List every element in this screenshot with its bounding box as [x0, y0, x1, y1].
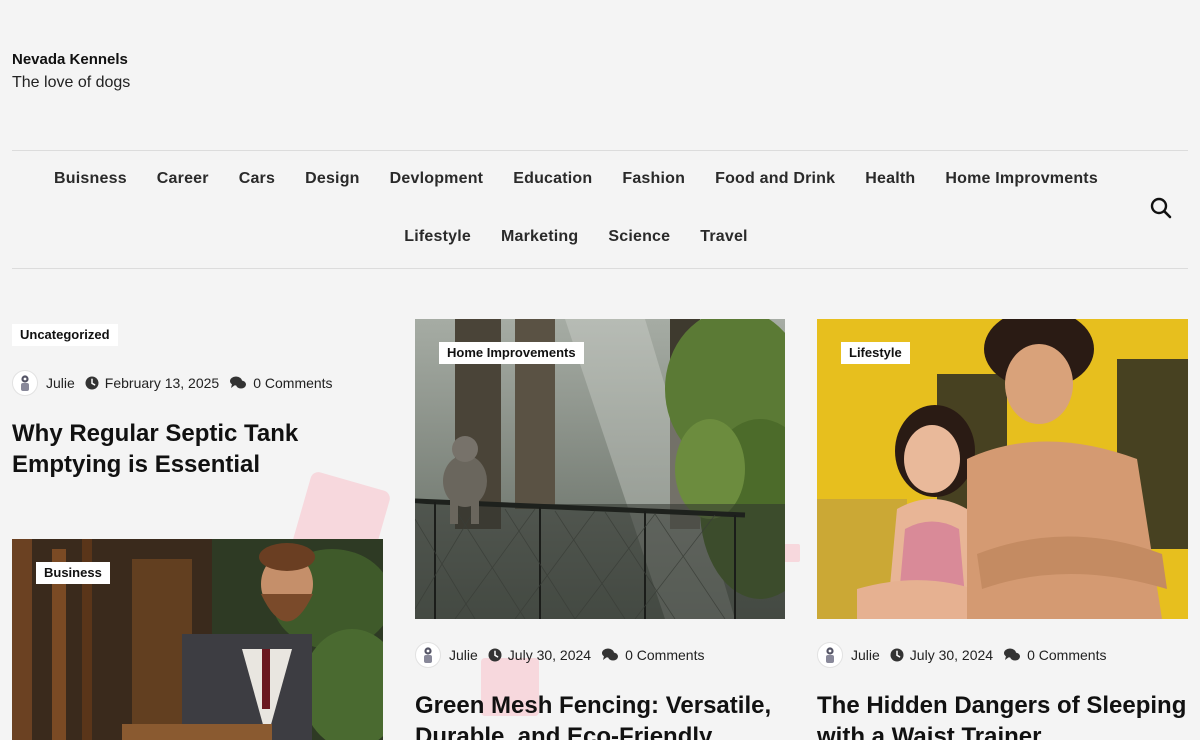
post-meta: Julie July 30, 2024 0 Comments	[817, 642, 1106, 668]
avatar[interactable]	[817, 642, 843, 668]
nav-item-devlopment[interactable]: Devlopment	[390, 170, 484, 188]
nav-item-marketing[interactable]: Marketing	[501, 228, 578, 246]
post-comments[interactable]: 0 Comments	[1027, 647, 1106, 663]
nav-item-health[interactable]: Health	[865, 170, 915, 188]
nav-bottom-divider	[12, 268, 1188, 269]
nav-item-cars[interactable]: Cars	[239, 170, 275, 188]
nav-item-home-improvments[interactable]: Home Improvments	[945, 170, 1098, 188]
post-comments[interactable]: 0 Comments	[253, 375, 332, 391]
clock-icon	[85, 376, 99, 390]
category-badge[interactable]: Business	[36, 562, 110, 584]
comments-icon	[230, 376, 247, 389]
clock-icon	[890, 648, 904, 662]
post-thumbnail[interactable]	[817, 319, 1188, 619]
post-thumbnail[interactable]	[415, 319, 785, 619]
post-comments[interactable]: 0 Comments	[625, 647, 704, 663]
decorative-shape	[784, 544, 800, 562]
nav-item-travel[interactable]: Travel	[700, 228, 747, 246]
nav-item-science[interactable]: Science	[608, 228, 670, 246]
post-title[interactable]: The Hidden Dangers of Sleeping with a Wa…	[817, 690, 1188, 740]
category-badge[interactable]: Uncategorized	[12, 324, 118, 346]
search-button[interactable]	[1149, 196, 1173, 220]
category-badge[interactable]: Lifestyle	[841, 342, 910, 364]
comments-icon	[1004, 648, 1021, 661]
nav-item-fashion[interactable]: Fashion	[622, 170, 685, 188]
nav-item-design[interactable]: Design	[305, 170, 360, 188]
site-tagline: The love of dogs	[12, 74, 131, 91]
avatar[interactable]	[12, 370, 38, 396]
nav-item-career[interactable]: Career	[157, 170, 209, 188]
search-icon	[1150, 197, 1172, 219]
nav-row-2: Lifestyle Marketing Science Travel	[12, 228, 1140, 246]
nav-item-buisness[interactable]: Buisness	[54, 170, 127, 188]
category-badge[interactable]: Home Improvements	[439, 342, 584, 364]
fitness-couple-image	[817, 319, 1188, 619]
post-date[interactable]: July 30, 2024	[508, 647, 591, 663]
post-title[interactable]: Why Regular Septic Tank Emptying is Esse…	[12, 418, 342, 480]
comments-icon	[602, 648, 619, 661]
nav-top-divider	[12, 150, 1188, 151]
post-date[interactable]: July 30, 2024	[910, 647, 993, 663]
nav-item-food-and-drink[interactable]: Food and Drink	[715, 170, 835, 188]
post-author[interactable]: Julie	[851, 647, 880, 663]
post-title[interactable]: Green Mesh Fencing: Versatile, Durable, …	[415, 690, 785, 740]
post-author[interactable]: Julie	[46, 375, 75, 391]
nav-item-lifestyle[interactable]: Lifestyle	[404, 228, 471, 246]
post-meta: Julie July 30, 2024 0 Comments	[415, 642, 704, 668]
avatar[interactable]	[415, 642, 441, 668]
nav-item-education[interactable]: Education	[513, 170, 592, 188]
site-title[interactable]: Nevada Kennels	[12, 51, 128, 68]
fence-forest-image	[415, 319, 785, 619]
post-date[interactable]: February 13, 2025	[105, 375, 219, 391]
post-author[interactable]: Julie	[449, 647, 478, 663]
nav-row-1: Buisness Career Cars Design Devlopment E…	[12, 170, 1140, 188]
post-meta: Julie February 13, 2025 0 Comments	[12, 370, 333, 396]
clock-icon	[488, 648, 502, 662]
